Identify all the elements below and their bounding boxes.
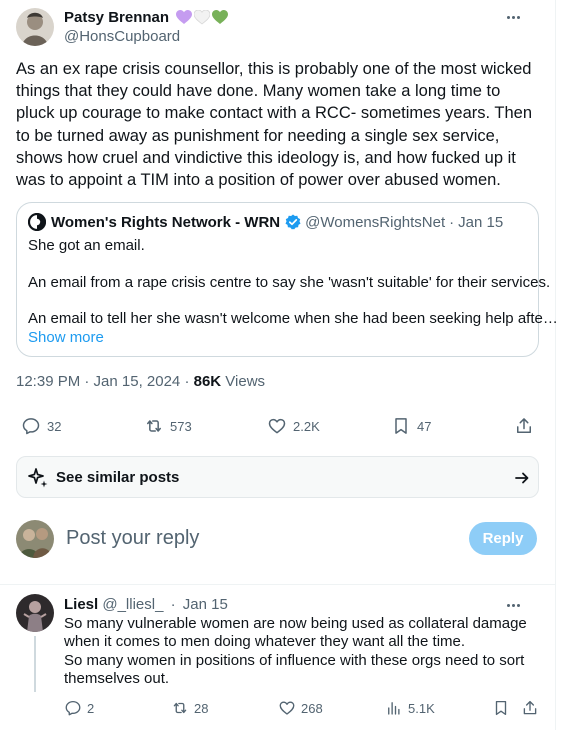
reply-reply-button[interactable]: 2 [64, 699, 94, 717]
repost-count: 573 [170, 418, 192, 434]
arrow-right-icon [515, 472, 529, 484]
profile-photo-icon [16, 594, 54, 632]
reply-icon [65, 700, 81, 716]
post-meta: 12:39 PM · Jan 15, 2024 · 86K Views [16, 373, 265, 390]
share-icon [523, 700, 537, 715]
show-more-link[interactable]: Show more [28, 329, 104, 346]
reply-date[interactable]: Jan 15 [183, 596, 228, 613]
author-name[interactable]: Patsy Brennan [64, 9, 229, 26]
reply-author-handle[interactable]: @_lliesl_ [102, 596, 163, 613]
quoted-separator: · [449, 213, 455, 231]
author-avatar[interactable] [16, 8, 54, 46]
profile-photo-icon [16, 520, 54, 558]
repost-action-button[interactable]: 573 [144, 416, 192, 436]
more-options-button[interactable] [503, 10, 523, 24]
quoted-author-name[interactable]: Women's Rights Network - WRN [51, 214, 280, 231]
more-dot-icon [506, 15, 510, 19]
bookmark-action-button[interactable]: 47 [391, 416, 431, 436]
reply-submit-button[interactable]: Reply [469, 522, 537, 555]
quoted-line-1: She got an email. [28, 237, 145, 254]
reply-action-bar: 2 28 268 5.1K [0, 697, 556, 723]
repost-icon [173, 702, 187, 714]
post-detail-view: Patsy Brennan @HonsCupboard As an ex rap… [0, 0, 558, 730]
reply-action-button[interactable]: 32 [21, 416, 61, 436]
reply-count: 32 [47, 418, 62, 434]
emoji-hearts [176, 10, 229, 25]
reply-input[interactable]: Post your reply [66, 527, 199, 550]
reply-text-line-1: So many vulnerable women are now being u… [64, 615, 527, 651]
repost-icon [147, 420, 161, 432]
like-action-button[interactable]: 2.2K [267, 416, 320, 436]
reply-more-options-button[interactable] [503, 598, 523, 612]
like-count: 2.2K [293, 418, 320, 434]
reply-separator: · [170, 596, 176, 613]
reply-icon [22, 418, 40, 435]
author-name-text: Patsy Brennan [64, 9, 170, 26]
like-heart-icon [279, 701, 295, 715]
post-action-bar: 32 573 2.2K 47 [0, 412, 556, 442]
quoted-date[interactable]: Jan 15 [458, 214, 503, 231]
post-text: As an ex rape crisis counsellor, this is… [16, 60, 533, 190]
reply-share-button[interactable] [521, 699, 539, 717]
see-similar-posts-button[interactable]: See similar posts [16, 456, 539, 498]
sparkle-icon [28, 468, 48, 488]
reply-like-count: 268 [301, 700, 323, 716]
more-dot-icon [511, 15, 515, 19]
quoted-line-3: An email to tell her she wasn't welcome … [28, 310, 558, 327]
thread-line [34, 636, 36, 692]
reply-author-name[interactable]: Liesl [64, 596, 98, 613]
views-label: Views [221, 373, 266, 390]
author-handle[interactable]: @HonsCupboard [64, 28, 180, 45]
reply-header: Liesl @_lliesl_ · Jan 15 [64, 596, 228, 613]
see-similar-label: See similar posts [56, 469, 180, 486]
profile-photo-icon [16, 8, 54, 46]
analytics-bars-icon [388, 702, 400, 715]
section-divider [0, 584, 556, 585]
bookmark-icon [395, 418, 407, 434]
reply-views-count: 5.1K [408, 700, 435, 716]
purple-heart-icon [176, 10, 193, 24]
reply-repost-button[interactable]: 28 [171, 699, 208, 717]
reply-reply-count: 2 [87, 700, 95, 716]
reply-text-line-2: So many women in positions of influence … [64, 651, 525, 688]
white-heart-icon [194, 10, 211, 25]
share-icon [517, 418, 531, 433]
green-heart-icon [212, 10, 229, 24]
more-dot-icon [516, 15, 520, 19]
more-dot-icon [516, 603, 520, 607]
more-dot-icon [511, 603, 515, 607]
quoted-author-handle[interactable]: @WomensRightsNet [305, 214, 445, 231]
like-heart-icon [268, 418, 286, 434]
wrn-logo-icon [28, 213, 46, 231]
bookmark-count: 47 [417, 418, 432, 434]
share-action-button[interactable] [514, 416, 534, 436]
post-timestamp[interactable]: 12:39 PM · Jan 15, 2024 · [16, 373, 194, 390]
reply-text: So many vulnerable women are now being u… [64, 615, 542, 689]
reply-repost-count: 28 [194, 700, 209, 716]
reply-bookmark-button[interactable] [492, 699, 510, 717]
verified-badge-icon [285, 214, 301, 230]
quoted-post-header: Women's Rights Network - WRN @WomensRigh… [28, 213, 503, 231]
quoted-post-card[interactable]: Women's Rights Network - WRN @WomensRigh… [16, 202, 558, 357]
reply-author-avatar[interactable] [16, 594, 54, 632]
more-dot-icon [506, 603, 510, 607]
bookmark-icon [495, 700, 507, 716]
views-count: 86K [193, 373, 222, 390]
reply-views-button[interactable]: 5.1K [385, 699, 435, 717]
quoted-line-2: An email from a rape crisis centre to sa… [28, 274, 551, 291]
current-user-avatar[interactable] [16, 520, 54, 558]
reply-like-button[interactable]: 268 [278, 699, 323, 717]
